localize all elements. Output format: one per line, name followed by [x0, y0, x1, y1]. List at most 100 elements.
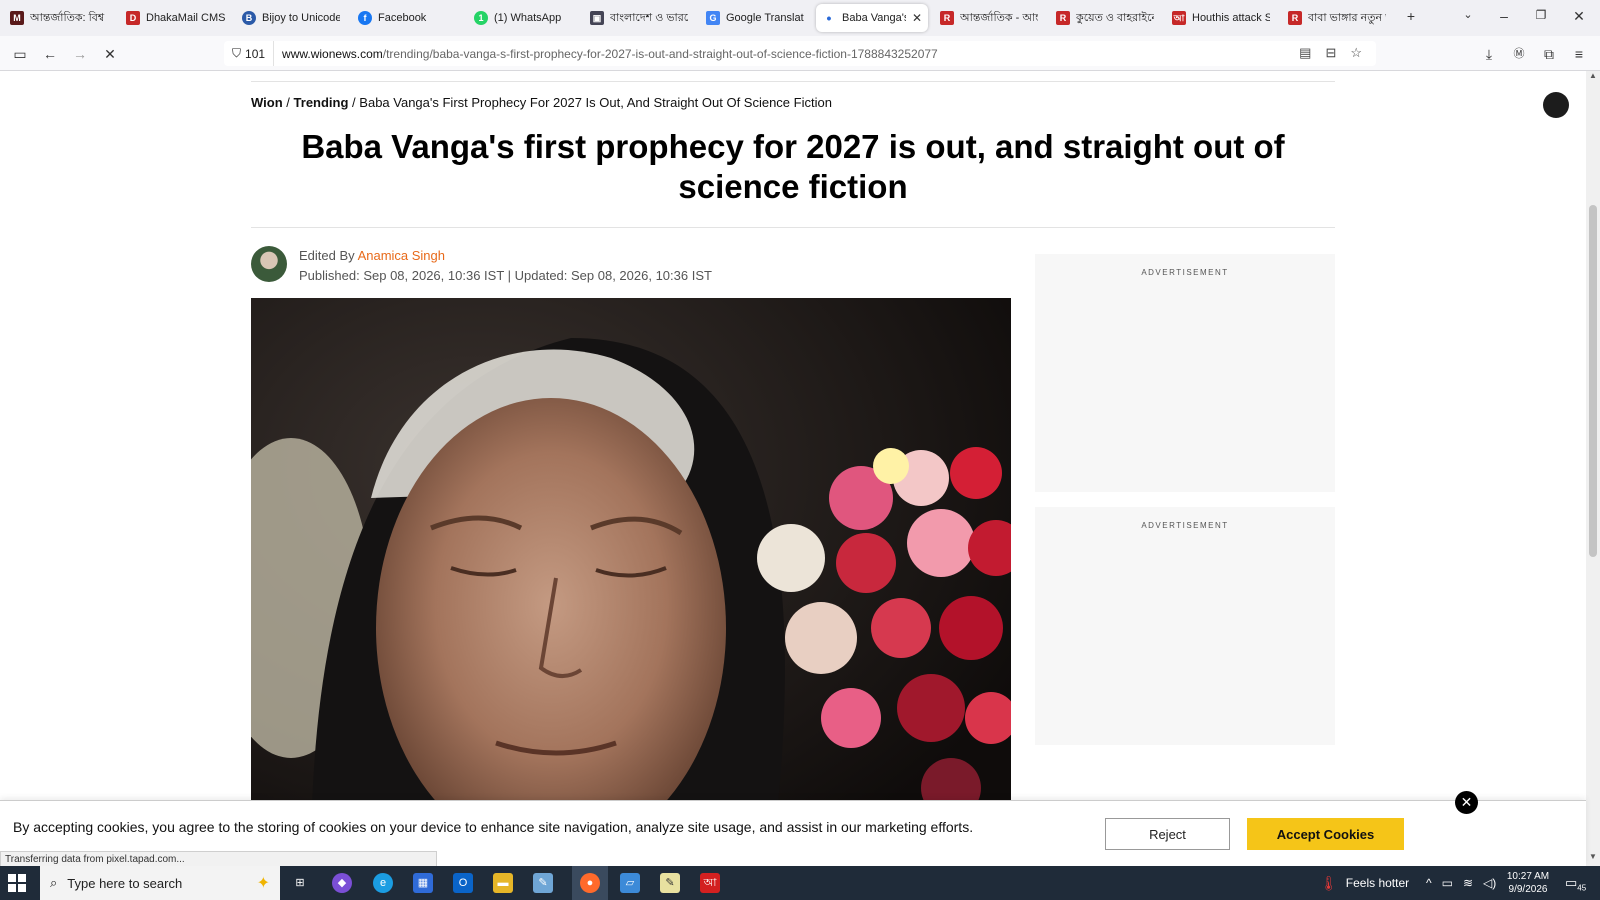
reject-cookies-button[interactable]: Reject: [1105, 818, 1230, 850]
reader-view-icon[interactable]: ▤: [1299, 45, 1311, 61]
windows-taskbar: ⌕ Type here to search ✦ ⊞ ◆ e ▦ O ▬ ✎ ● …: [0, 866, 1600, 900]
article-hero-image: [251, 298, 1011, 866]
firefox-icon[interactable]: ●: [580, 873, 600, 893]
tab-title: Google Translate: [726, 12, 804, 24]
weather-widget[interactable]: 🌡 Feels hotter: [1320, 866, 1409, 900]
browser-tab[interactable]: 1 (1) WhatsApp: [468, 4, 578, 32]
taskbar-search[interactable]: ⌕ Type here to search ✦: [40, 866, 280, 900]
volume-icon[interactable]: ◁): [1483, 876, 1496, 890]
browser-tab[interactable]: B Bijoy to Unicode w: [236, 4, 346, 32]
account-icon[interactable]: Ⓜ: [1509, 44, 1529, 64]
browser-tab[interactable]: f Facebook: [352, 4, 462, 32]
scroll-down-icon[interactable]: ▼: [1586, 852, 1600, 866]
extensions-icon[interactable]: ⧉: [1539, 44, 1559, 64]
hero-photo: [251, 298, 1011, 866]
browser-tab[interactable]: R বাবা ভাঙ্গার নতুন ভ: [1282, 4, 1392, 32]
floating-widget-button[interactable]: [1543, 92, 1569, 118]
breadcrumb-separator: /: [352, 95, 356, 110]
divider: [251, 227, 1335, 228]
tab-title: বাবা ভাঙ্গার নতুন ভ: [1308, 11, 1386, 24]
minimize-icon[interactable]: –: [1494, 8, 1514, 24]
breadcrumb-section[interactable]: Trending: [294, 95, 349, 110]
tracking-protection[interactable]: ⛉ 101: [224, 41, 275, 66]
network-icon[interactable]: ▭: [1442, 876, 1453, 890]
menu-icon[interactable]: ≡: [1569, 44, 1589, 64]
browser-tab[interactable]: M আন্তর্জাতিক: বিশ্ব রা: [4, 4, 112, 32]
system-clock[interactable]: 10:27 AM 9/9/2026: [1506, 870, 1550, 896]
tab-title: Bijoy to Unicode w: [262, 12, 340, 24]
browser-tab[interactable]: আ Houthis attack Sau: [1166, 4, 1276, 32]
sidebar-icon[interactable]: ▭: [10, 44, 30, 64]
thermometer-icon: 🌡: [1320, 874, 1338, 891]
wifi-off-icon[interactable]: ≋: [1463, 876, 1473, 890]
sticky-notes-icon[interactable]: ✎: [660, 873, 680, 893]
tab-title: DhakaMail CMS: [146, 12, 226, 24]
app-icon[interactable]: ▱: [620, 873, 640, 893]
tab-icon-red: R: [1056, 11, 1070, 25]
accept-cookies-button[interactable]: Accept Cookies: [1247, 818, 1404, 850]
save-to-pocket-icon[interactable]: ⊟: [1325, 45, 1336, 61]
cookie-message: By accepting cookies, you agree to the s…: [13, 819, 974, 835]
tab-title: আন্তর্জাতিক - আন্ত: [960, 11, 1038, 24]
tab-title: কুয়েত ও বাহরাইনে: [1076, 11, 1154, 24]
breadcrumb: Wion / Trending / Baba Vanga's First Pro…: [251, 95, 832, 110]
byline: Edited By Anamica Singh Published: Sep 0…: [251, 246, 712, 286]
url-domain: www.wionews.com: [282, 46, 383, 61]
tab-title: Houthis attack Sau: [1192, 12, 1270, 24]
editor-name-link[interactable]: Anamica Singh: [358, 248, 445, 263]
browser-tab[interactable]: R আন্তর্জাতিক - আন্ত: [934, 4, 1044, 32]
tab-icon-news: ▣: [590, 11, 604, 25]
close-window-icon[interactable]: ✕: [1569, 8, 1589, 25]
stop-loading-icon[interactable]: ✕: [100, 44, 120, 64]
scrollbar-thumb[interactable]: [1589, 205, 1597, 557]
browser-tab-active[interactable]: • Baba Vanga's fi ✕: [816, 4, 928, 32]
task-view-icon[interactable]: ⊞: [290, 873, 310, 893]
tab-title: Facebook: [378, 12, 427, 24]
search-highlight-icon: ✦: [256, 875, 270, 892]
tab-icon-red: আ: [1172, 11, 1186, 25]
browser-tab[interactable]: D DhakaMail CMS: [120, 4, 232, 32]
outlook-icon[interactable]: O: [453, 873, 473, 893]
address-bar[interactable]: ⛉ 101 www.wionews.com/trending/baba-vang…: [224, 41, 1376, 66]
new-tab-icon[interactable]: +: [1401, 8, 1421, 24]
notification-center-icon[interactable]: ▭45: [1565, 875, 1586, 893]
back-icon[interactable]: ←: [40, 44, 60, 64]
bookmark-star-icon[interactable]: ☆: [1350, 45, 1362, 61]
edge-icon[interactable]: e: [373, 873, 393, 893]
windows-start-icon[interactable]: [8, 874, 26, 892]
tab-title: আন্তর্জাতিক: বিশ্ব রা: [30, 11, 106, 24]
tab-strip: M আন্তর্জাতিক: বিশ্ব রা D DhakaMail CMS …: [0, 0, 1600, 36]
clock-date: 9/9/2026: [1508, 884, 1548, 895]
close-icon[interactable]: ✕: [1455, 791, 1478, 814]
show-hidden-icons-icon[interactable]: ^: [1426, 876, 1432, 890]
breadcrumb-current: Baba Vanga's First Prophecy For 2027 Is …: [359, 95, 832, 110]
browser-tab[interactable]: ▣ বাংলাদেশ ও ভারতে: [584, 4, 694, 32]
article-headline: Baba Vanga's first prophecy for 2027 is …: [301, 128, 1285, 205]
restore-icon[interactable]: ❐: [1531, 8, 1551, 22]
browser-tab[interactable]: G Google Translate: [700, 4, 810, 32]
store-icon[interactable]: ▦: [413, 873, 433, 893]
close-tab-icon[interactable]: ✕: [912, 11, 922, 25]
breadcrumb-home[interactable]: Wion: [251, 95, 283, 110]
browser-tab[interactable]: R কুয়েত ও বাহরাইনে: [1050, 4, 1160, 32]
bangla-app-icon[interactable]: আ: [700, 873, 720, 893]
edited-by-label: Edited By: [299, 248, 355, 263]
tab-title: বাংলাদেশ ও ভারতে: [610, 11, 688, 24]
tab-title: (1) WhatsApp: [494, 12, 562, 24]
tab-icon-red: R: [940, 11, 954, 25]
google-translate-icon: G: [706, 11, 720, 25]
advertisement-slot[interactable]: ADVERTISEMENT: [1035, 254, 1335, 492]
tab-icon-red: R: [1288, 11, 1302, 25]
forward-icon[interactable]: →: [70, 44, 90, 64]
url-text[interactable]: www.wionews.com/trending/baba-vanga-s-fi…: [274, 47, 938, 61]
facebook-icon: f: [358, 11, 372, 25]
search-placeholder: Type here to search: [67, 875, 183, 891]
file-explorer-icon[interactable]: ▬: [493, 873, 513, 893]
notepad-icon[interactable]: ✎: [533, 873, 553, 893]
scroll-up-icon[interactable]: ▲: [1586, 71, 1600, 85]
copilot-icon[interactable]: ◆: [332, 873, 352, 893]
advertisement-slot[interactable]: ADVERTISEMENT: [1035, 507, 1335, 745]
list-tabs-icon[interactable]: ⌄: [1458, 8, 1478, 21]
downloads-icon[interactable]: ⤓: [1479, 44, 1499, 64]
publish-date: Published: Sep 08, 2026, 10:36 IST | Upd…: [299, 268, 712, 283]
